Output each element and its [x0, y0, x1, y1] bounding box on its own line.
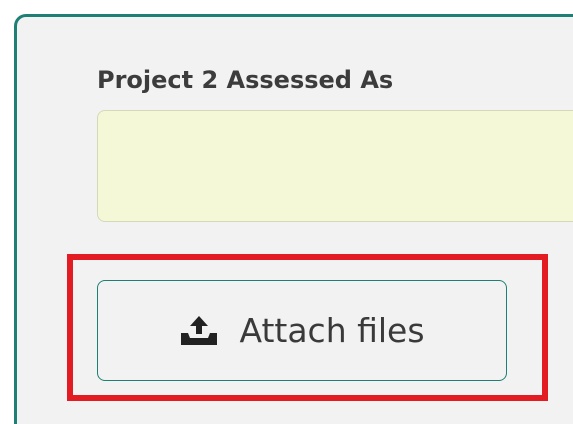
upload-icon: [179, 315, 219, 347]
attach-files-button[interactable]: Attach files: [97, 280, 507, 381]
project-2-assessed-as-label: Project 2 Assessed As: [97, 66, 394, 94]
project-2-assessed-as-input[interactable]: [97, 110, 573, 222]
attach-files-label: Attach files: [239, 311, 425, 350]
